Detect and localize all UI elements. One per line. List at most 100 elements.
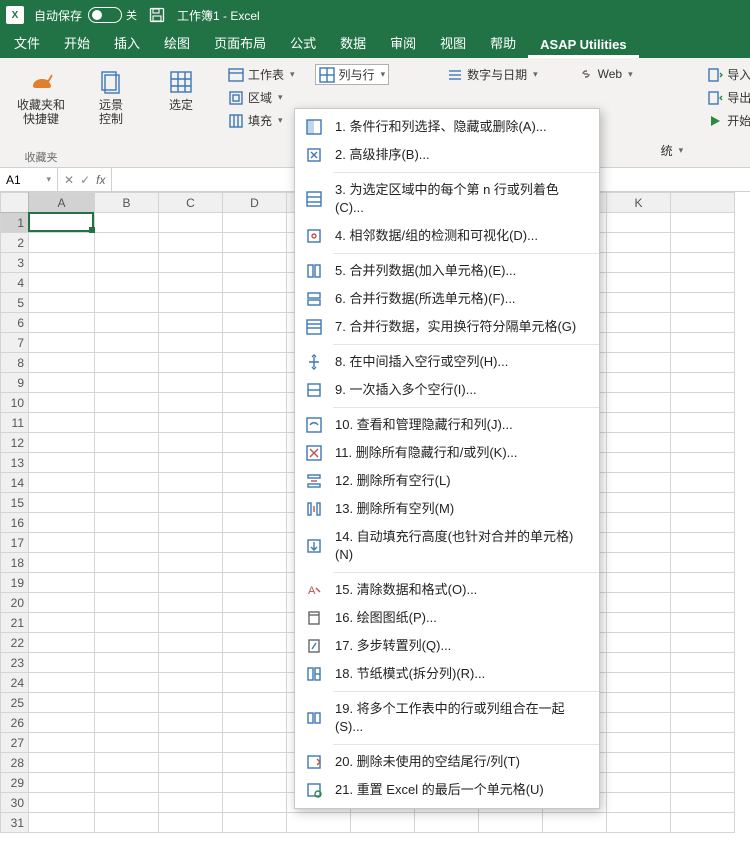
cell[interactable] xyxy=(159,333,223,353)
cell[interactable] xyxy=(671,493,735,513)
fx-icon[interactable]: fx xyxy=(96,173,105,187)
row-header[interactable]: 12 xyxy=(1,433,29,453)
cell[interactable] xyxy=(223,233,287,253)
cell[interactable] xyxy=(223,373,287,393)
cell[interactable] xyxy=(671,813,735,833)
cell[interactable] xyxy=(95,573,159,593)
ribbon-tab[interactable]: 插入 xyxy=(102,27,152,58)
cell[interactable] xyxy=(159,273,223,293)
cell[interactable] xyxy=(29,353,95,373)
cell[interactable] xyxy=(671,293,735,313)
cell[interactable] xyxy=(29,573,95,593)
cell[interactable] xyxy=(95,513,159,533)
cell[interactable] xyxy=(95,253,159,273)
web-menu[interactable]: Web ▾ xyxy=(574,64,637,84)
cell[interactable] xyxy=(671,713,735,733)
cell[interactable] xyxy=(607,613,671,633)
cell[interactable] xyxy=(159,393,223,413)
cell[interactable] xyxy=(95,693,159,713)
cell[interactable] xyxy=(223,653,287,673)
menu-item[interactable]: 20. 删除未使用的空结尾行/列(T) xyxy=(295,748,599,776)
cell[interactable] xyxy=(223,473,287,493)
row-header[interactable]: 13 xyxy=(1,453,29,473)
row-header[interactable]: 11 xyxy=(1,413,29,433)
cell[interactable] xyxy=(671,233,735,253)
menu-item[interactable]: 3. 为选定区域中的每个第 n 行或列着色(C)... xyxy=(295,176,599,222)
column-header[interactable]: D xyxy=(223,193,287,213)
cell[interactable] xyxy=(29,373,95,393)
ribbon-tab[interactable]: 页面布局 xyxy=(202,27,278,58)
cell[interactable] xyxy=(159,593,223,613)
column-header[interactable]: B xyxy=(95,193,159,213)
cell[interactable] xyxy=(671,613,735,633)
ribbon-tab[interactable]: 绘图 xyxy=(152,27,202,58)
row-header[interactable]: 7 xyxy=(1,333,29,353)
cell[interactable] xyxy=(159,373,223,393)
cell[interactable] xyxy=(607,473,671,493)
cell[interactable] xyxy=(29,273,95,293)
menu-item[interactable]: 16. 绘图图纸(P)... xyxy=(295,604,599,632)
cell[interactable] xyxy=(95,653,159,673)
cell[interactable] xyxy=(607,673,671,693)
cell[interactable] xyxy=(223,813,287,833)
row-header[interactable]: 5 xyxy=(1,293,29,313)
cell[interactable] xyxy=(671,213,735,233)
cell[interactable] xyxy=(607,593,671,613)
row-header[interactable]: 26 xyxy=(1,713,29,733)
row-header[interactable]: 1 xyxy=(1,213,29,233)
cell[interactable] xyxy=(607,413,671,433)
cell[interactable] xyxy=(671,753,735,773)
ribbon-tab[interactable]: 帮助 xyxy=(478,27,528,58)
cell[interactable] xyxy=(29,653,95,673)
cell[interactable] xyxy=(95,673,159,693)
cell[interactable] xyxy=(95,353,159,373)
cell[interactable] xyxy=(29,233,95,253)
row-header[interactable]: 21 xyxy=(1,613,29,633)
row-header[interactable]: 15 xyxy=(1,493,29,513)
cell[interactable] xyxy=(671,413,735,433)
cell[interactable] xyxy=(95,773,159,793)
cell[interactable] xyxy=(607,433,671,453)
cell[interactable] xyxy=(159,653,223,673)
cell[interactable] xyxy=(671,353,735,373)
cell[interactable] xyxy=(223,493,287,513)
cell[interactable] xyxy=(159,453,223,473)
cell[interactable] xyxy=(95,273,159,293)
cell[interactable] xyxy=(223,353,287,373)
cell[interactable] xyxy=(607,393,671,413)
row-header[interactable]: 8 xyxy=(1,353,29,373)
cols-rows-menu[interactable]: 列与行 ▾ xyxy=(315,64,390,85)
row-header[interactable]: 3 xyxy=(1,253,29,273)
cell[interactable] xyxy=(29,813,95,833)
cell[interactable] xyxy=(671,513,735,533)
cell[interactable] xyxy=(607,493,671,513)
select-all-corner[interactable] xyxy=(1,193,29,213)
cell[interactable] xyxy=(607,233,671,253)
cell[interactable] xyxy=(95,733,159,753)
cell[interactable] xyxy=(159,673,223,693)
cell[interactable] xyxy=(671,533,735,553)
cell[interactable] xyxy=(223,513,287,533)
fill-menu[interactable]: 填充 ▾ xyxy=(224,110,299,131)
cell[interactable] xyxy=(29,713,95,733)
cell[interactable] xyxy=(223,333,287,353)
cell[interactable] xyxy=(223,733,287,753)
cell[interactable] xyxy=(607,513,671,533)
cell[interactable] xyxy=(223,673,287,693)
cell[interactable] xyxy=(159,613,223,633)
cell[interactable] xyxy=(29,633,95,653)
ribbon-tab[interactable]: 开始 xyxy=(52,27,102,58)
cell[interactable] xyxy=(671,373,735,393)
row-header[interactable]: 17 xyxy=(1,533,29,553)
cell[interactable] xyxy=(223,213,287,233)
row-header[interactable]: 4 xyxy=(1,273,29,293)
cell[interactable] xyxy=(607,813,671,833)
cell[interactable] xyxy=(29,553,95,573)
cell[interactable] xyxy=(671,673,735,693)
menu-item[interactable]: 1. 条件行和列选择、隐藏或删除(A)... xyxy=(295,113,599,141)
menu-item[interactable]: 13. 删除所有空列(M) xyxy=(295,495,599,523)
cell[interactable] xyxy=(95,333,159,353)
cell[interactable] xyxy=(607,753,671,773)
row-header[interactable]: 2 xyxy=(1,233,29,253)
cell[interactable] xyxy=(159,773,223,793)
